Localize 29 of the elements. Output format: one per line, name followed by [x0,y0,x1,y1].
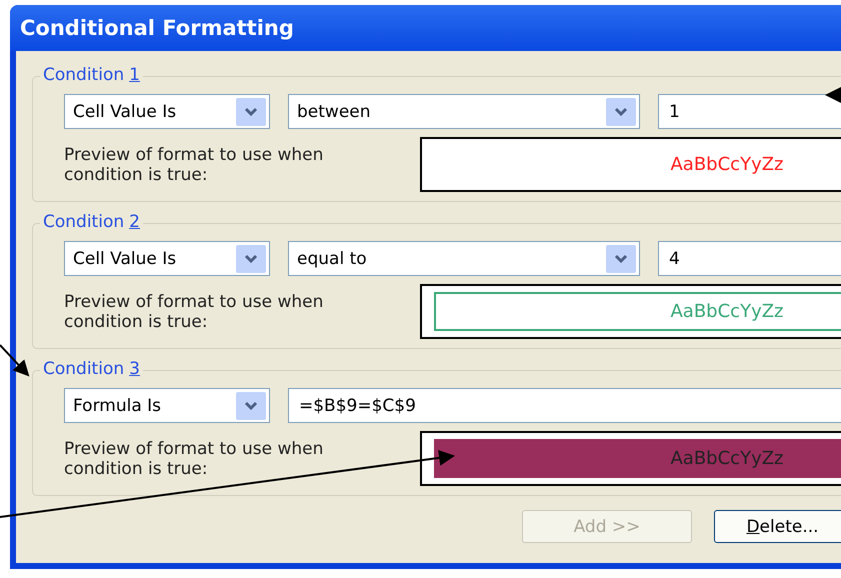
value-field[interactable]: 4 [658,241,841,276]
condition-label: Condition [43,212,124,233]
arrow [825,87,841,103]
type-dropdown[interactable]: Formula Is [64,388,270,423]
chevron-down-icon [244,106,258,116]
type-dropdown[interactable]: Cell Value Is [64,241,270,276]
preview-text: AaBbCcYyZz [670,154,784,175]
arrow [0,344,30,376]
chevron-down-icon [614,106,628,116]
chevron-down-icon [244,254,258,264]
condition-number: 2 [129,212,140,233]
type-dropdown[interactable]: Cell Value Is [64,94,270,129]
preview-label: Preview of format to use when condition is true: [64,292,324,332]
chevron-down-icon [614,254,628,264]
preview-label: Preview of format to use when condition is true: [64,144,324,184]
preview-text: AaBbCcYyZz [670,448,784,469]
operator-dropdown[interactable]: between [288,94,640,129]
window-title: Conditional Formatting [10,5,841,51]
condition-label: Condition [43,65,124,86]
dialog-button[interactable]: Delete... [714,510,841,543]
condition-number: 1 [129,65,140,86]
operator-dropdown[interactable]: equal to [288,241,640,276]
formula-field[interactable]: =$B$9=$C$9 [288,388,841,423]
chevron-down-icon [244,400,258,410]
preview-text: AaBbCcYyZz [670,301,784,322]
preview-label: Preview of format to use when condition is true: [64,438,324,478]
value-field[interactable]: 1 [658,94,841,129]
condition-number: 3 [129,359,140,380]
condition-label: Condition [43,359,124,380]
